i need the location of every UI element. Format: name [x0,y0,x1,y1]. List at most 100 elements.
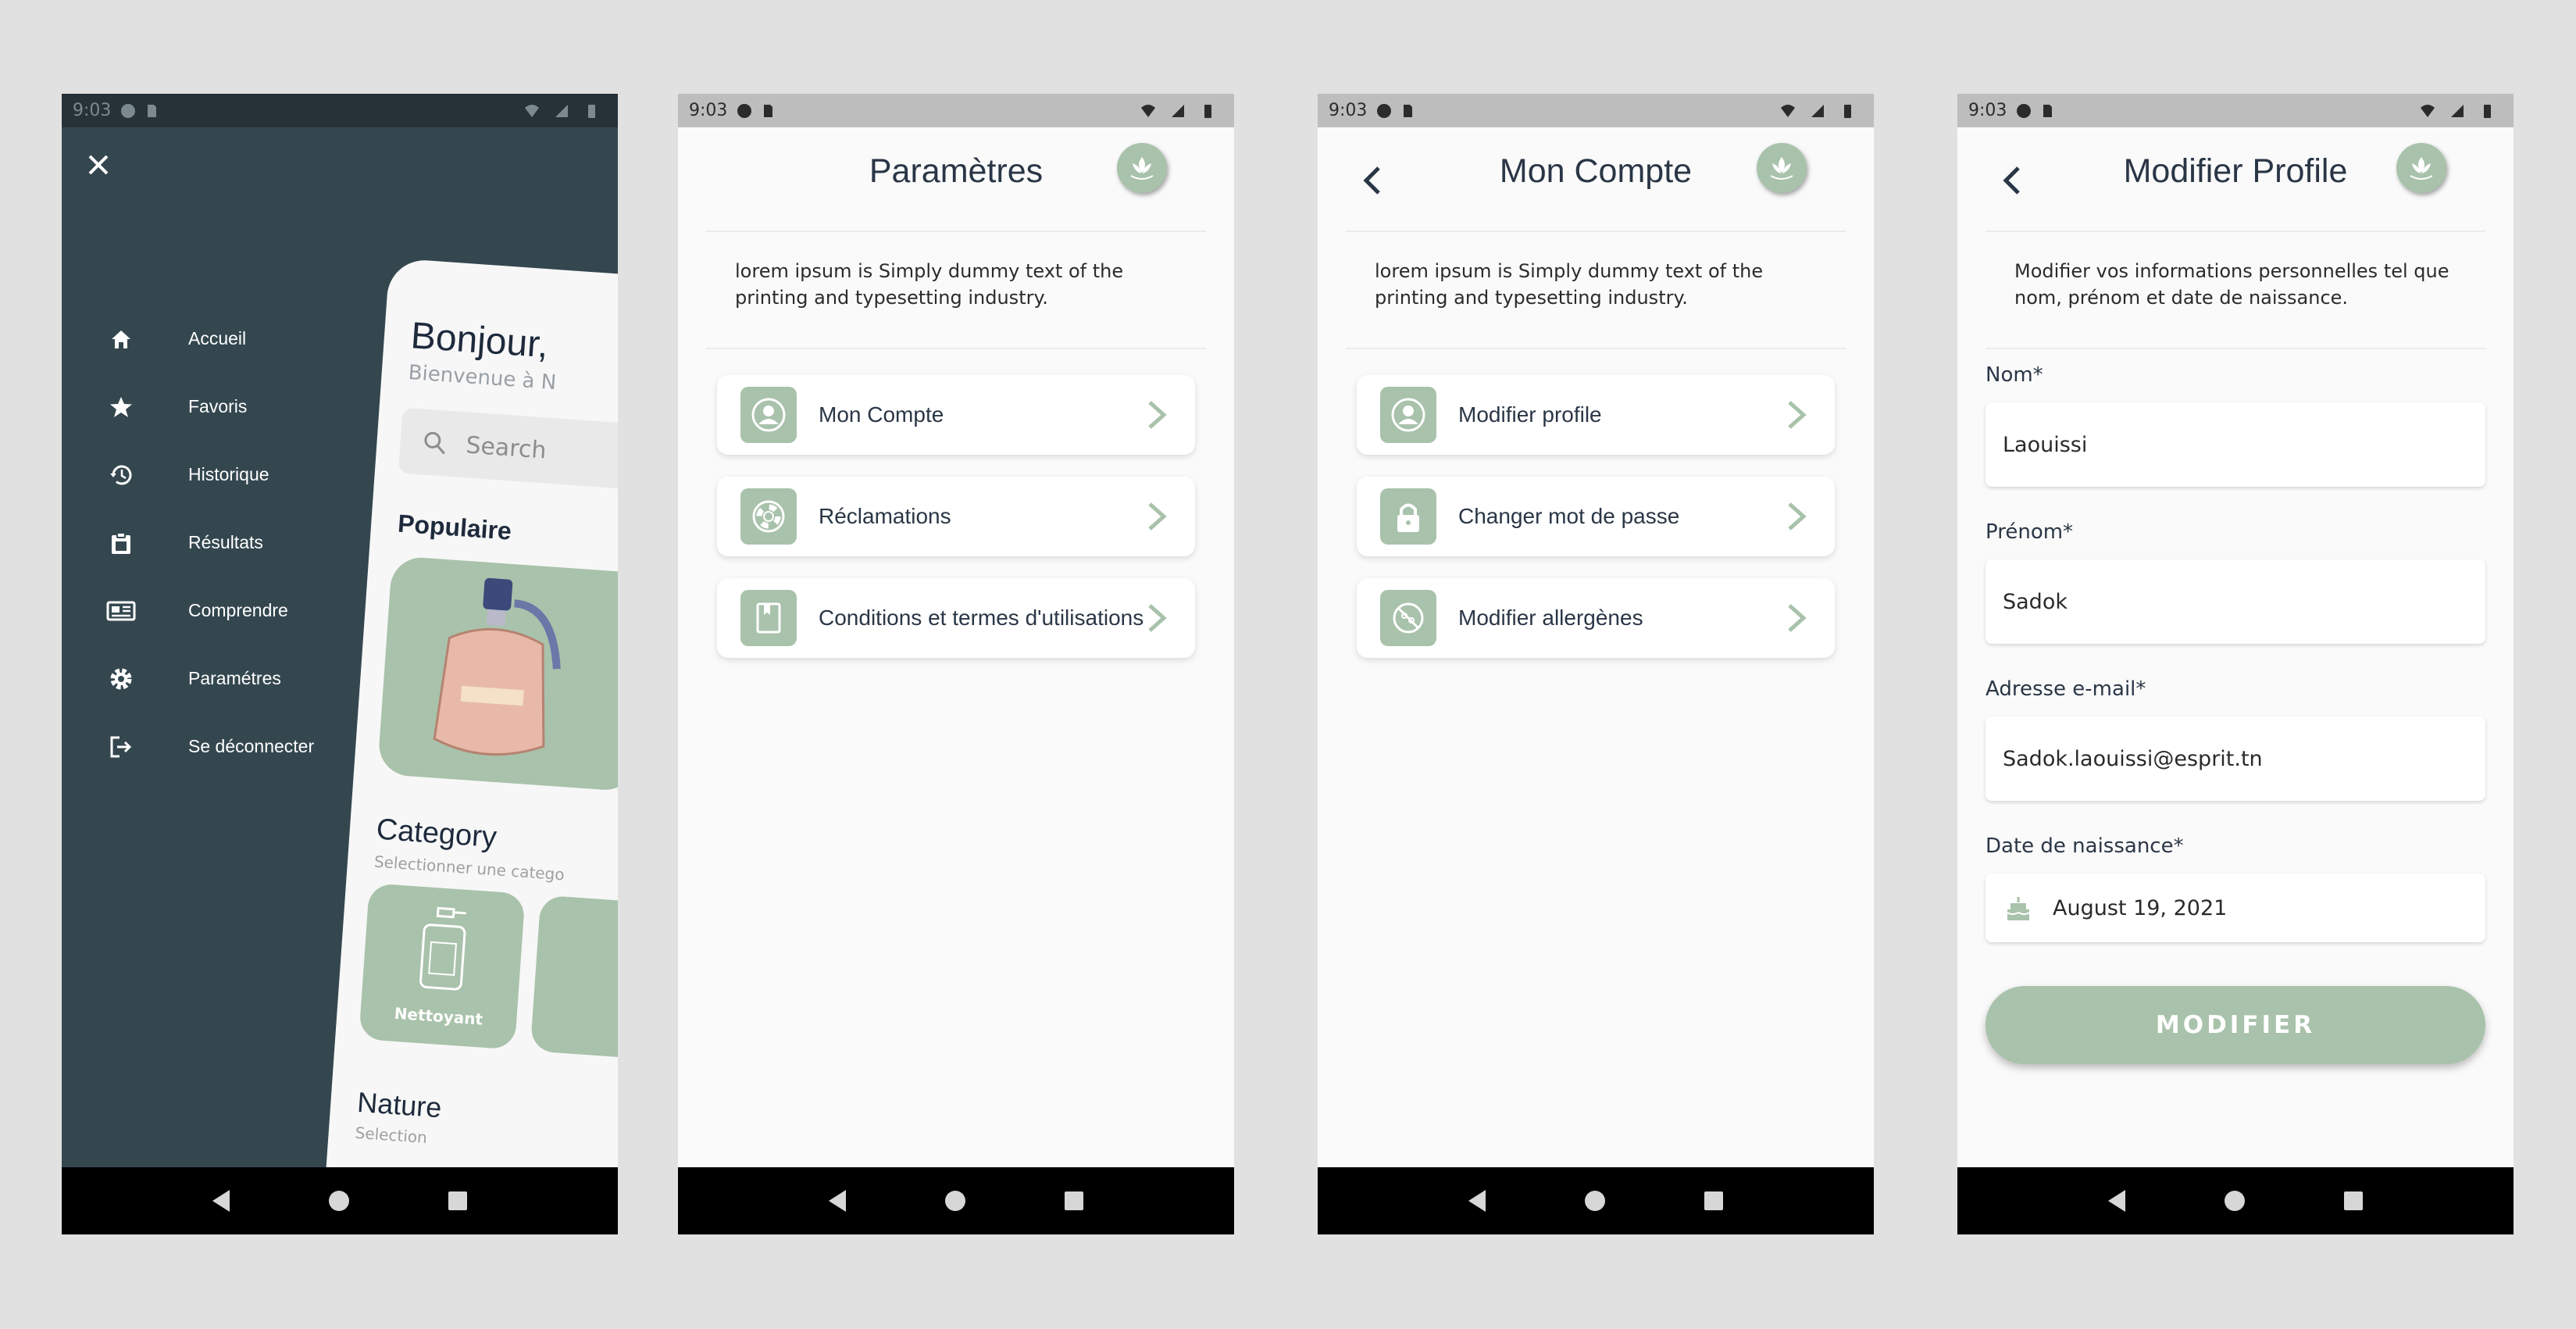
menu-item-label: Historique [188,464,269,484]
settings-item-mon-compte[interactable]: Mon Compte [717,375,1195,455]
preview-popular-product [376,556,618,792]
account-item-modifier-profile[interactable]: Modifier profile [1357,375,1835,455]
app-notification-icon [121,103,136,118]
status-time: 9:03 [73,101,112,120]
preview-nature-subtitle: Selection [354,1123,428,1148]
leaf-logo-icon [1130,157,1154,180]
battery-icon [1844,104,1851,118]
account-item-changer-mot-de-passe[interactable]: Changer mot de passe [1357,477,1835,556]
leaf-logo-icon [2410,157,2433,180]
lifebuoy-icon [752,500,785,533]
nav-back-icon[interactable] [2108,1190,2126,1212]
settings-item-label: Conditions et termes d'utilisations [819,606,1144,630]
birthdate-label: Date de naissance* [1986,834,2184,858]
birthdate-field[interactable]: August 19, 2021 [1986,873,2485,942]
preview-category-card-2 [530,895,618,1062]
nav-recents-icon[interactable] [1064,1191,1083,1210]
account-item-label: Modifier profile [1458,402,1602,427]
app-notification-icon [2017,103,2032,118]
system-nav-bar [1957,1167,2514,1234]
nav-home-icon[interactable] [944,1191,965,1211]
nav-back-icon[interactable] [1468,1190,1486,1212]
menu-item-resultats[interactable]: Résultats [105,509,314,577]
account-item-label: Changer mot de passe [1458,504,1680,528]
nav-recents-icon[interactable] [2343,1191,2363,1210]
email-label: Adresse e-mail* [1986,677,2146,701]
settings-item-label: Mon Compte [819,402,944,427]
chevron-right-icon [1788,502,1807,531]
nom-field[interactable]: Laouissi [1986,402,2485,487]
battery-icon [1204,104,1211,118]
nav-back-icon[interactable] [212,1190,230,1212]
history-icon [110,465,132,484]
status-time: 9:03 [1968,101,2007,120]
account-item-label: Modifier allergènes [1458,606,1643,630]
preview-search-input: Search [398,407,618,496]
status-bar: 9:03 [62,94,618,127]
nav-home-icon[interactable] [1584,1191,1605,1211]
header: Paramètres [678,127,1234,224]
preview-category-label: Nettoyant [393,1003,483,1029]
nav-home-icon[interactable] [2224,1191,2245,1211]
page-description: lorem ipsum is Simply dummy text of the … [1375,260,1764,309]
menu-item-logout[interactable]: Se déconnecter [105,713,314,781]
divider [706,348,1206,349]
account-screen: 9:03 Mon Compte lorem ipsum is Simply du… [1318,94,1874,1234]
preview-search-placeholder: Search [465,430,548,465]
divider [1986,348,2485,349]
divider [1346,230,1846,232]
preview-category-card: Nettoyant [359,883,526,1050]
nav-back-icon[interactable] [829,1190,847,1212]
wifi-icon [1781,104,1795,117]
menu-item-parametres[interactable]: Paramétres [105,645,314,713]
menu-item-favoris[interactable]: Favoris [105,373,314,441]
settings-item-conditions[interactable]: Conditions et termes d'utilisations [717,578,1195,658]
clipboard-icon [112,531,130,554]
menu-item-historique[interactable]: Historique [105,441,314,509]
status-bar: 9:03 [678,94,1234,127]
nav-recents-icon[interactable] [1704,1191,1723,1210]
page-description: Modifier vos informations personnelles t… [2014,260,2449,309]
menu-item-comprendre[interactable]: Comprendre [105,577,314,645]
settings-item-reclamations[interactable]: Réclamations [717,477,1195,556]
menu-item-label: Favoris [188,396,248,416]
user-icon [1391,398,1425,432]
sd-card-icon [764,104,773,117]
account-item-modifier-allergenes[interactable]: Modifier allergènes [1357,578,1835,658]
avatar[interactable] [2396,143,2446,193]
wifi-icon [525,104,539,117]
email-field[interactable]: Sadok.laouissi@esprit.tn [1986,716,2485,801]
signal-icon [2451,104,2464,117]
perfume-bottle-image [433,577,561,756]
nav-recents-icon[interactable] [448,1191,467,1210]
logout-icon [110,736,132,757]
system-nav-bar [678,1167,1234,1234]
cleanser-bottle-icon [419,906,466,991]
preview-popular-heading: Populaire [397,509,513,545]
menu-item-accueil[interactable]: Accueil [105,305,314,373]
home-preview-card[interactable]: Bonjour, Bienvenue à N Search Populaire … [314,258,618,1234]
avatar[interactable] [1117,143,1167,193]
status-time: 9:03 [1329,101,1368,120]
menu-item-label: Résultats [188,532,263,552]
chevron-right-icon [1148,401,1167,429]
prenom-field[interactable]: Sadok [1986,559,2485,644]
nom-value: Laouissi [2003,432,2088,457]
divider [706,230,1206,232]
book-icon [756,602,781,634]
preview-nature-heading: Nature [356,1085,443,1124]
newspaper-icon [106,601,136,620]
modifier-button[interactable]: MODIFIER [1986,986,2485,1064]
nav-home-icon[interactable] [328,1191,349,1211]
menu-item-label: Se déconnecter [188,736,315,756]
status-bar: 9:03 [1957,94,2514,127]
email-value: Sadok.laouissi@esprit.tn [2003,746,2263,771]
preview-category-heading: Category [375,813,498,855]
avatar[interactable] [1757,143,1807,193]
edit-profile-screen: 9:03 Modifier Profile Modifier vos infor… [1957,94,2514,1234]
sd-card-icon [148,104,157,117]
sd-card-icon [2043,104,2053,117]
divider [1986,230,2485,232]
close-icon[interactable] [80,147,116,183]
header: Modifier Profile [1957,127,2514,224]
